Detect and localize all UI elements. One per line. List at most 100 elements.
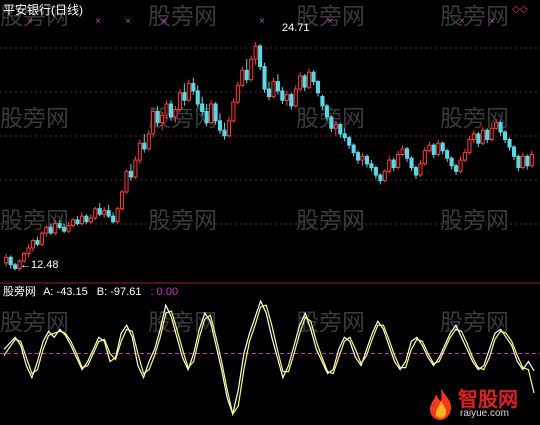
candle-body xyxy=(168,103,174,118)
candle-body xyxy=(302,75,307,88)
candle-body xyxy=(422,150,427,165)
candlestick-series xyxy=(4,42,534,271)
candle-body xyxy=(507,139,512,148)
candle-body xyxy=(418,163,423,176)
candle-body xyxy=(324,105,329,118)
signal-marker: × xyxy=(161,16,167,27)
candle-body xyxy=(502,131,508,141)
candle-body xyxy=(405,148,410,159)
candle-body xyxy=(498,122,503,133)
candle-body xyxy=(222,129,227,137)
signal-marker: × xyxy=(259,16,265,27)
candle-body xyxy=(155,110,160,124)
candle-body xyxy=(449,157,454,167)
chart-title: 平安银行(日线) xyxy=(3,3,83,17)
candle-body xyxy=(160,114,165,124)
indicator-name: 股旁网 xyxy=(3,286,36,298)
candle-body xyxy=(13,264,18,270)
candle-body xyxy=(445,150,450,159)
watermark-text: 股旁网 xyxy=(440,208,509,234)
candle-body xyxy=(387,159,392,172)
candle-body xyxy=(70,219,76,227)
candle-body xyxy=(35,239,40,245)
left-arrow-icon: ← xyxy=(20,259,31,271)
candle-body xyxy=(413,167,419,176)
watermark-text: 股旁网 xyxy=(0,106,69,132)
candle-body xyxy=(191,82,196,92)
candle-body xyxy=(480,129,485,144)
candle-body xyxy=(342,133,347,139)
candle-body xyxy=(84,215,89,223)
candle-body xyxy=(400,148,405,155)
candle-body xyxy=(244,69,249,81)
candle-body xyxy=(476,133,481,144)
candle-body xyxy=(106,210,111,217)
candle-body xyxy=(182,92,187,101)
candle-body xyxy=(4,256,9,264)
indicator-a-value: -43.15 xyxy=(56,286,88,298)
candle-body xyxy=(311,71,316,83)
candle-body xyxy=(347,137,352,146)
candle-body xyxy=(315,81,321,94)
candle-body xyxy=(209,103,214,124)
candle-body xyxy=(489,127,494,141)
candle-body xyxy=(266,88,272,98)
candle-body xyxy=(271,81,276,98)
candle-body xyxy=(177,92,182,111)
candle-body xyxy=(231,101,236,122)
candle-body xyxy=(186,82,191,101)
candle-body xyxy=(57,223,62,228)
candle-body xyxy=(8,256,13,266)
watermark-text: 股旁网 xyxy=(148,310,217,336)
high-price-label: 24.71 xyxy=(282,22,310,34)
candle-body xyxy=(440,142,445,152)
candle-body xyxy=(467,139,472,154)
candle-body xyxy=(351,144,356,154)
candle-body xyxy=(262,66,267,90)
candle-body xyxy=(529,153,534,167)
candle-body xyxy=(364,155,370,165)
signal-marker: × xyxy=(459,16,465,27)
indicator-b-value: -97.61 xyxy=(110,286,142,298)
candle-body xyxy=(471,133,476,141)
candle-body xyxy=(356,152,361,161)
candle-body xyxy=(320,96,325,107)
candle-body xyxy=(195,90,200,105)
flame-icon xyxy=(430,388,452,420)
candle-body xyxy=(253,45,258,60)
candle-body xyxy=(307,71,312,88)
candle-body xyxy=(382,170,387,182)
candle-body xyxy=(298,75,303,90)
candle-body xyxy=(369,163,374,169)
watermark-text: 股旁网 xyxy=(0,208,69,234)
candle-body xyxy=(431,144,436,155)
top-marker-row: × × × × × × × × xyxy=(27,16,495,27)
logo-url: raiyue.com xyxy=(460,408,509,419)
candle-body xyxy=(378,174,383,182)
candle-body xyxy=(62,226,67,232)
candle-body xyxy=(226,120,231,137)
candle-body xyxy=(44,226,49,234)
candle-body xyxy=(217,120,223,131)
candle-body xyxy=(511,146,517,157)
candle-body xyxy=(93,208,98,219)
candle-body xyxy=(102,210,107,215)
candle-body xyxy=(53,223,58,234)
candle-body xyxy=(133,159,138,178)
signal-marker: × xyxy=(327,16,333,27)
candle-body xyxy=(164,103,169,116)
indicator-c-label: : xyxy=(150,286,154,298)
candle-body xyxy=(128,170,133,178)
low-price-value: 12.48 xyxy=(31,259,59,271)
candle-body xyxy=(373,167,378,176)
candle-body xyxy=(275,81,280,92)
candle-body xyxy=(75,219,80,225)
candle-body xyxy=(436,142,441,155)
candle-body xyxy=(494,122,499,129)
signal-marker: × xyxy=(27,16,33,27)
candle-body xyxy=(119,191,125,210)
watermark-text: 股旁网 xyxy=(148,208,217,234)
candle-body xyxy=(142,142,147,150)
indicator-a-label: A: xyxy=(43,286,54,298)
candle-body xyxy=(427,144,432,152)
